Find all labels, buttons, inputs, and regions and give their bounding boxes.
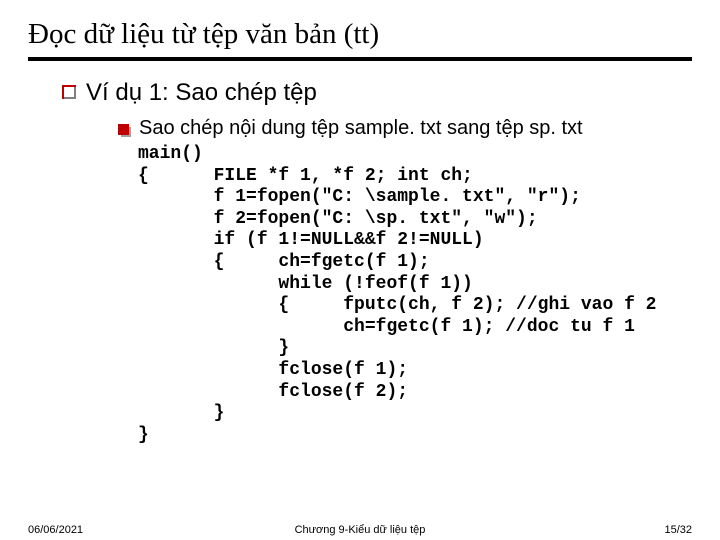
- hollow-square-icon: [62, 85, 76, 99]
- code-block: main() { FILE *f 1, *f 2; int ch; f 1=fo…: [138, 144, 692, 446]
- footer-page-number: 15/32: [664, 524, 692, 536]
- solid-square-icon: [118, 124, 129, 135]
- lvl2-text: Sao chép nội dung tệp sample. txt sang t…: [139, 117, 583, 140]
- bullet-level-2: Sao chép nội dung tệp sample. txt sang t…: [118, 117, 692, 140]
- slide-title: Đọc dữ liệu từ tệp văn bản (tt): [28, 18, 692, 61]
- footer-chapter: Chương 9-Kiểu dữ liệu tệp: [295, 524, 426, 536]
- footer-date: 06/06/2021: [28, 524, 83, 536]
- bullet-level-1: Ví dụ 1: Sao chép tệp: [62, 79, 692, 107]
- lvl1-text: Ví dụ 1: Sao chép tệp: [86, 79, 317, 107]
- slide: Đọc dữ liệu từ tệp văn bản (tt) Ví dụ 1:…: [0, 0, 720, 446]
